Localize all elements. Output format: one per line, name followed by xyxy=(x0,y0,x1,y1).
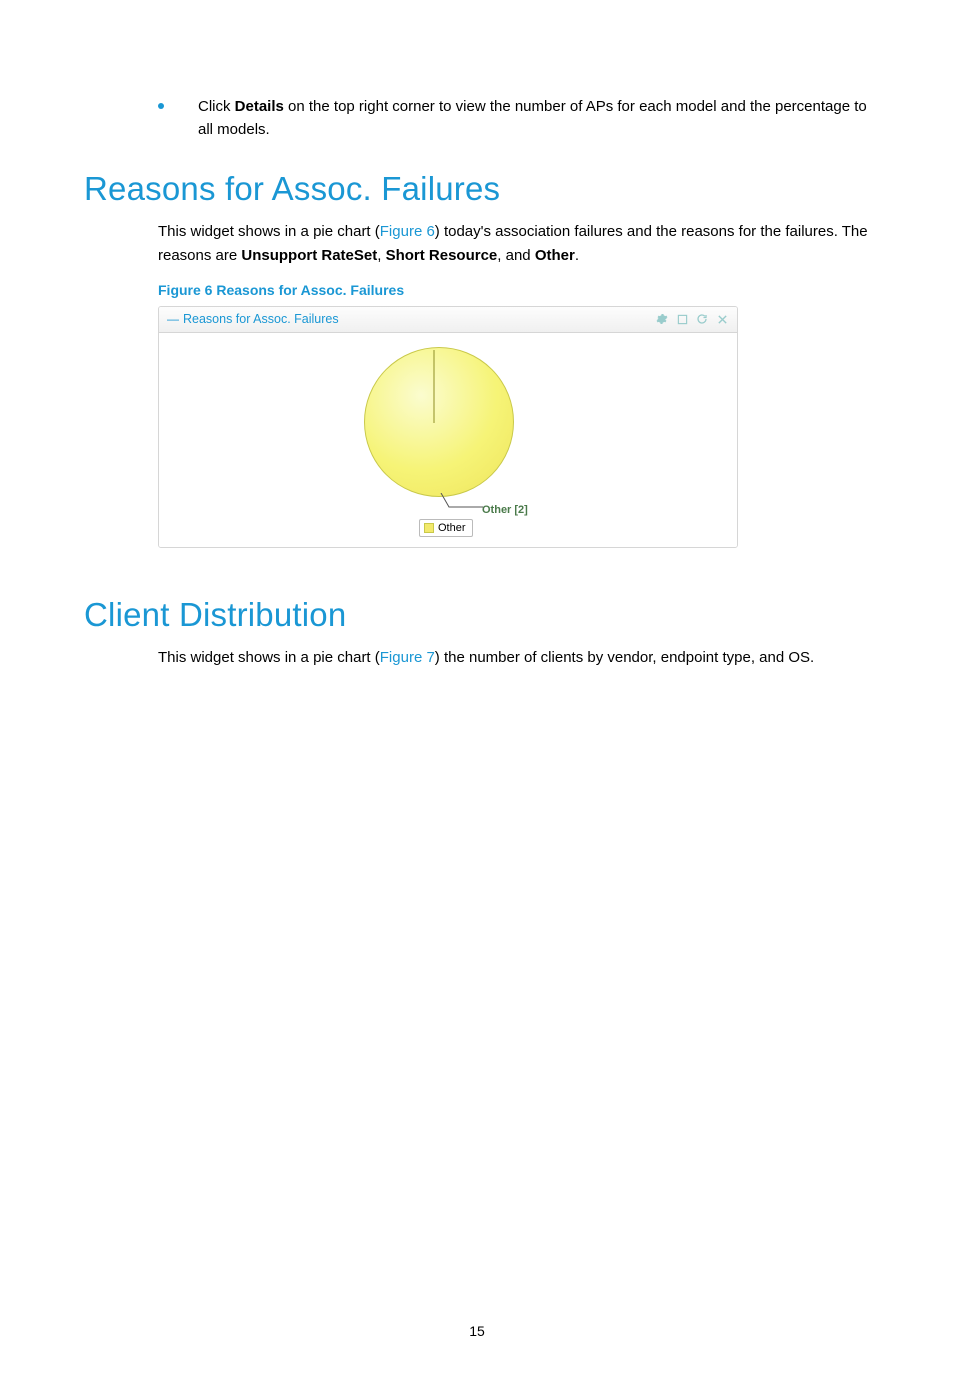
figure6-caption: Figure 6 Reasons for Assoc. Failures xyxy=(158,282,870,298)
section2-paragraph: This widget shows in a pie chart (Figure… xyxy=(158,646,870,670)
para2-end: ) the number of clients by vendor, endpo… xyxy=(435,649,814,666)
widget-title: Reasons for Assoc. Failures xyxy=(183,312,339,326)
para1-sep1: , xyxy=(377,247,385,264)
refresh-icon[interactable] xyxy=(695,312,709,326)
gear-icon[interactable] xyxy=(655,312,669,326)
widget-body: Other [2] Other xyxy=(159,333,737,547)
figure6-link[interactable]: Figure 6 xyxy=(380,223,435,240)
pie-chart xyxy=(364,347,514,497)
chart-legend: Other xyxy=(419,519,473,537)
bullet-rest: on the top right corner to view the numb… xyxy=(198,98,867,138)
widget-panel: — Reasons for Assoc. Failures xyxy=(158,306,738,548)
page-number: 15 xyxy=(0,1323,954,1339)
para1-pre: This widget shows in a pie chart ( xyxy=(158,223,380,240)
para2-pre: This widget shows in a pie chart ( xyxy=(158,649,380,666)
close-icon[interactable] xyxy=(715,312,729,326)
legend-swatch-other xyxy=(424,523,434,533)
figure7-link[interactable]: Figure 7 xyxy=(380,649,435,666)
bullet-text: Click Details on the top right corner to… xyxy=(198,95,870,142)
bullet-bold: Details xyxy=(235,98,284,115)
pie-slice-other xyxy=(364,347,514,497)
collapse-icon[interactable]: — xyxy=(167,312,179,326)
para1-bold1: Unsupport RateSet xyxy=(241,247,377,264)
section1-paragraph: This widget shows in a pie chart (Figure… xyxy=(158,220,870,268)
pie-divider-line xyxy=(433,350,435,423)
para1-end: . xyxy=(575,247,579,264)
maximize-icon[interactable] xyxy=(675,312,689,326)
bullet-list-item: Click Details on the top right corner to… xyxy=(84,95,870,142)
para1-bold2: Short Resource xyxy=(386,247,498,264)
pie-callout-label: Other [2] xyxy=(482,504,528,516)
bullet-prefix: Click xyxy=(198,98,235,115)
bullet-dot-icon xyxy=(158,103,164,109)
widget-header: — Reasons for Assoc. Failures xyxy=(159,307,737,333)
legend-label-other: Other xyxy=(438,522,466,534)
para1-sep2: , and xyxy=(497,247,535,264)
section-heading-reasons: Reasons for Assoc. Failures xyxy=(84,170,870,208)
para1-bold3: Other xyxy=(535,247,575,264)
section-heading-client-distribution: Client Distribution xyxy=(84,596,870,634)
